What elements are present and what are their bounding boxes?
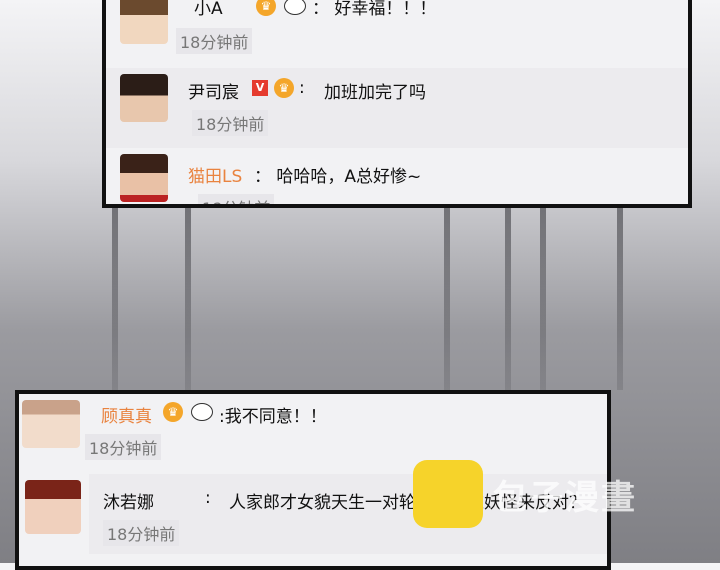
background-streak <box>505 200 511 390</box>
comment-row: 尹司宸 V ♛ : 加班加完了吗 18分钟前 <box>106 68 688 148</box>
watermark-text: 包子漫畫 <box>493 478 637 518</box>
background-streak <box>617 200 623 390</box>
fan-badge-icon: ♛ <box>256 0 276 16</box>
panda-icon <box>284 0 306 15</box>
fan-badge-icon: ♛ <box>274 78 294 98</box>
comment-time: 18分钟前 <box>103 520 180 546</box>
comment-separator: : <box>299 78 305 98</box>
top-comment-panel: 小A ♛ ： 好幸福！！！ 18分钟前 尹司宸 V ♛ : 加班加完了吗 18分… <box>102 0 692 208</box>
panda-icon <box>191 403 213 421</box>
background-streak <box>112 200 118 390</box>
comment-username[interactable]: 沐若娜 <box>103 488 154 513</box>
comment-text: ： 哈哈哈，A总好惨~ <box>254 167 422 187</box>
comment-username[interactable]: 尹司宸 <box>188 78 239 103</box>
comment-text: 加班加完了吗 <box>324 83 426 103</box>
comment-row: 猫田LS ： 哈哈哈，A总好惨~ 18分钟前 <box>106 150 688 204</box>
fan-badge-icon: ♛ <box>163 402 183 422</box>
background-streak <box>185 200 191 390</box>
verified-v-icon: V <box>252 80 268 96</box>
watermark-logo-icon <box>413 460 483 528</box>
avatar[interactable] <box>120 0 168 44</box>
avatar[interactable] <box>120 154 168 202</box>
comment-username[interactable]: 小A <box>194 0 223 19</box>
background-streak <box>540 200 546 390</box>
comment-time: 18分钟前 <box>192 110 269 136</box>
comment-separator: : <box>205 488 211 508</box>
avatar[interactable] <box>22 400 80 448</box>
comment-username[interactable]: 猫田LS <box>188 162 242 187</box>
comment-time: 18分钟前 <box>198 194 275 204</box>
comment-row: 小A ♛ ： 好幸福！！！ 18分钟前 <box>106 0 688 58</box>
comment-time: 18分钟前 <box>176 28 253 54</box>
avatar[interactable] <box>120 74 168 122</box>
comment-username[interactable]: 顾真真 <box>101 402 152 427</box>
comment-time: 18分钟前 <box>85 434 162 460</box>
avatar[interactable] <box>25 480 81 534</box>
background-streak <box>444 200 450 390</box>
comment-row: 顾真真 ♛ :我不同意！！ 18分钟前 <box>19 394 607 464</box>
comment-text: ： 好幸福！！！ <box>312 0 437 19</box>
comment-text: :我不同意！！ <box>219 407 327 427</box>
